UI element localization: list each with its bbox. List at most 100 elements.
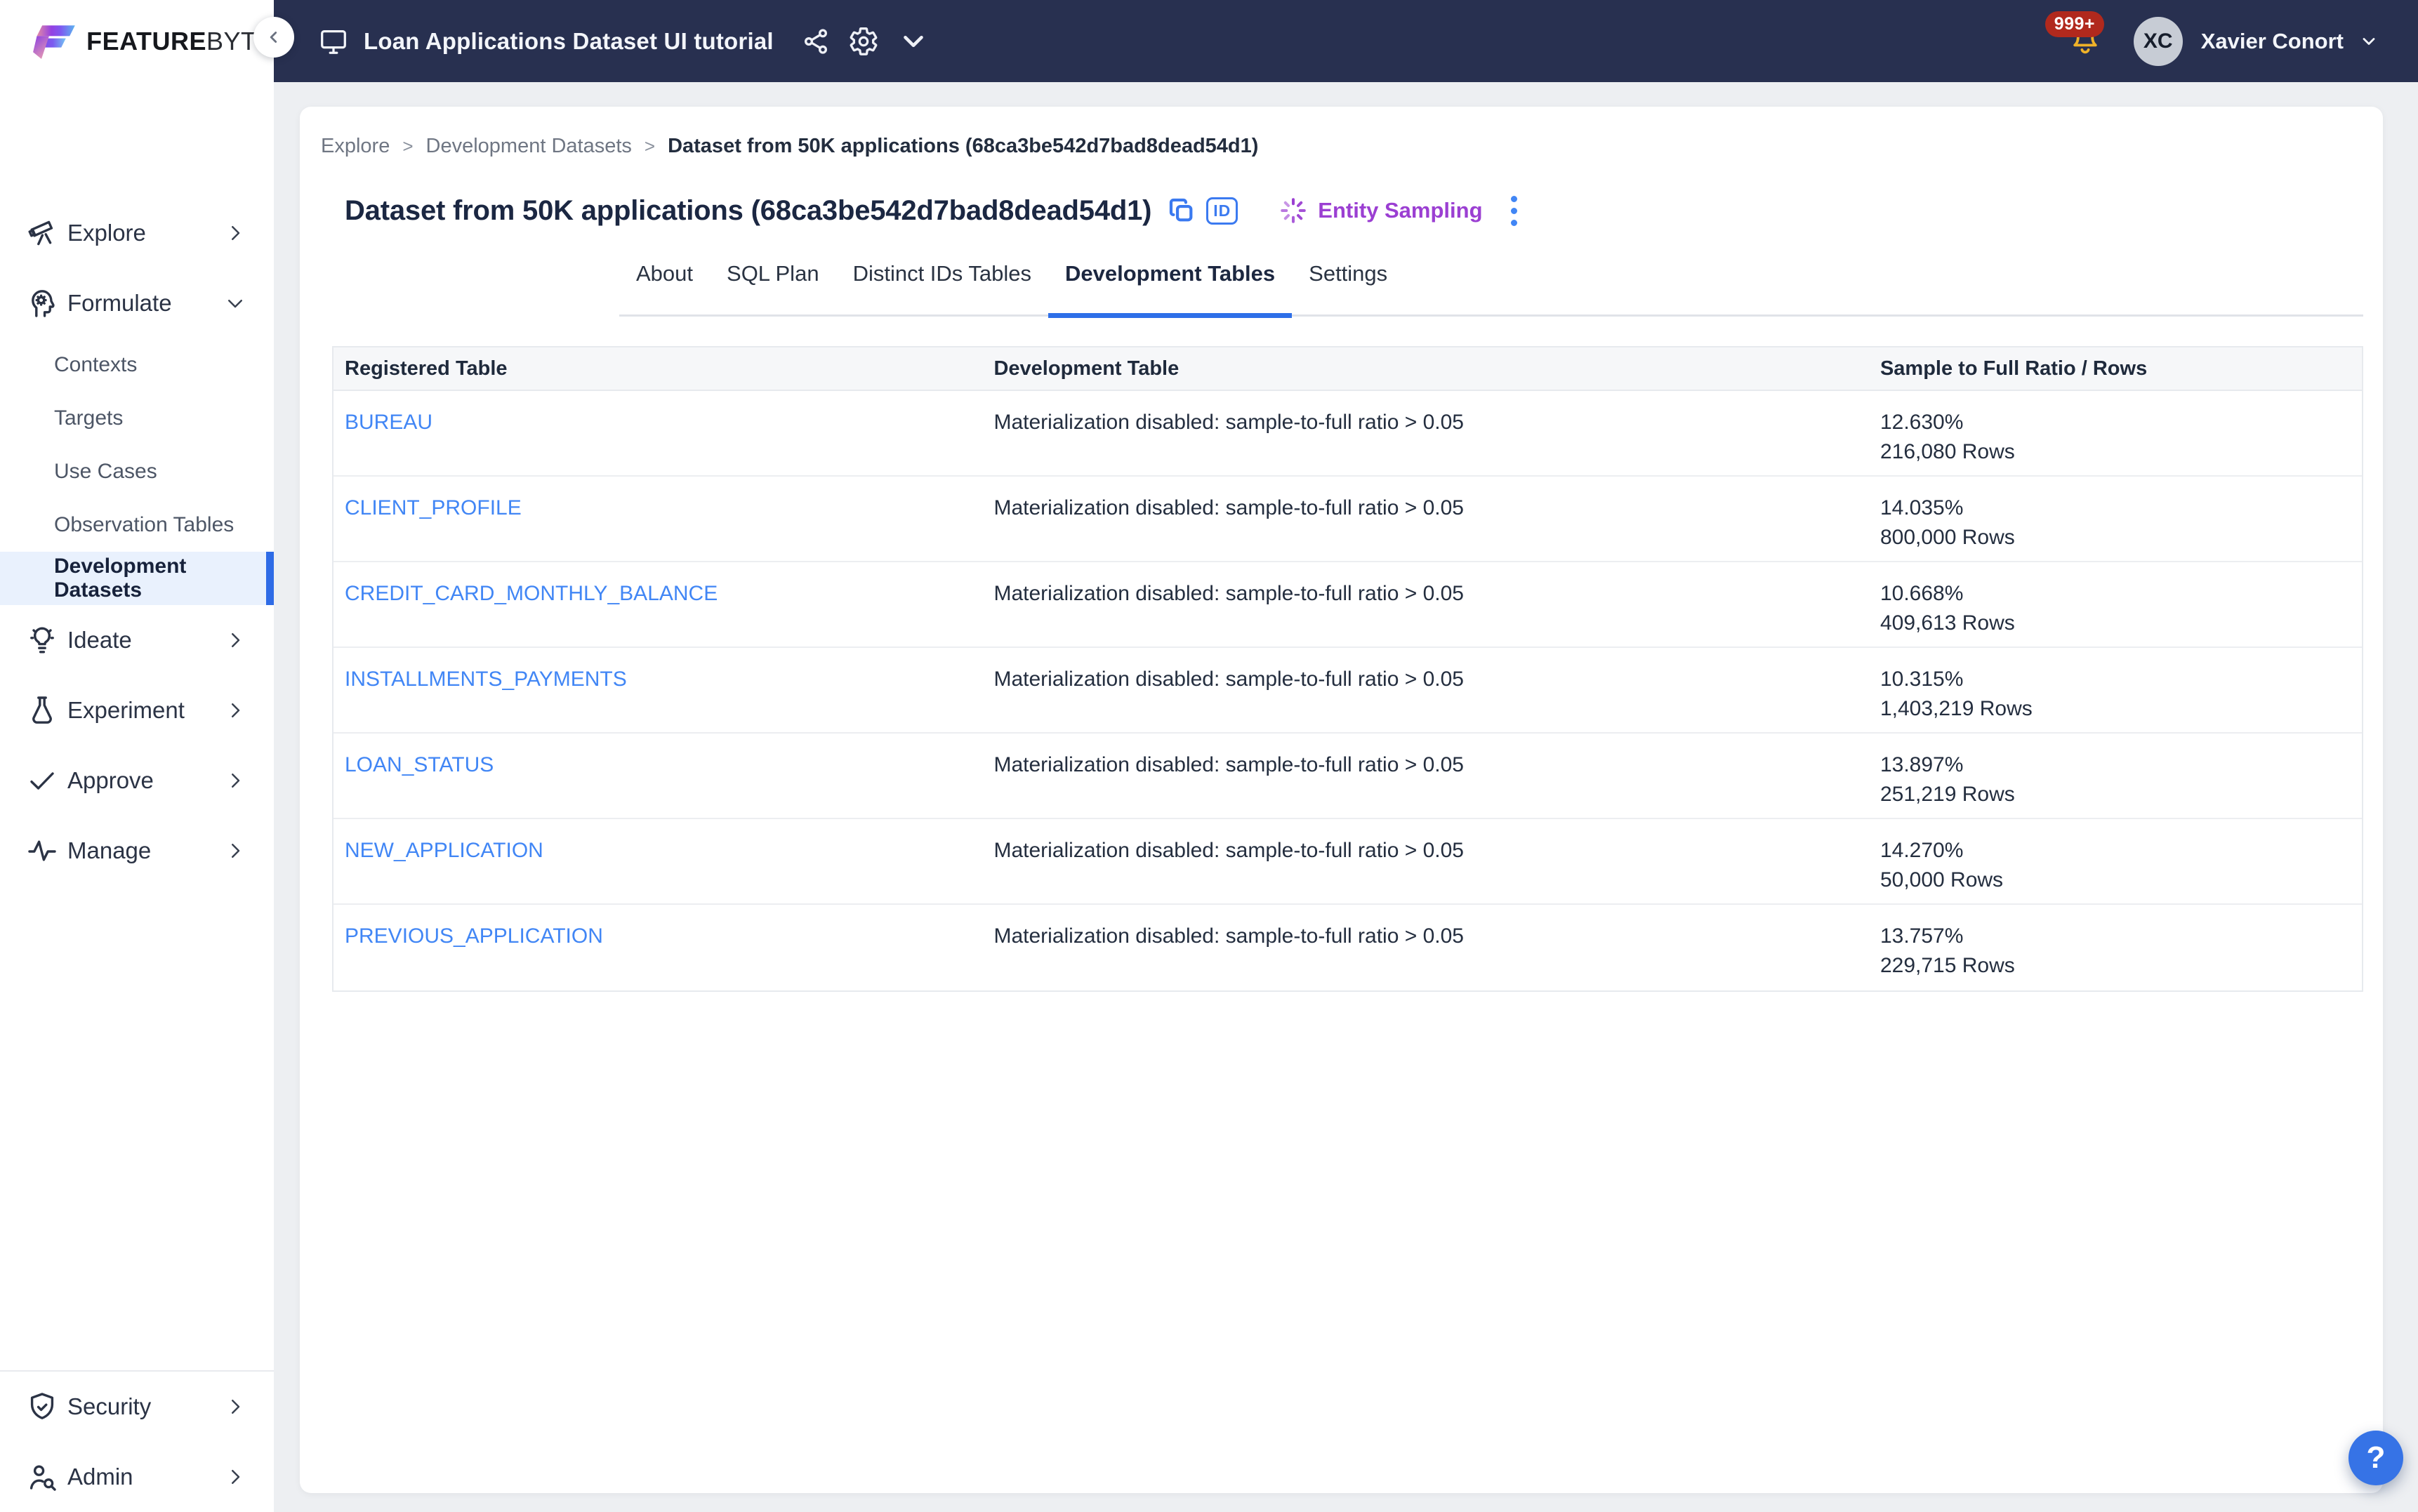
chevron-right-icon [225,630,246,651]
sidebar-item-experiment[interactable]: Experiment [0,675,274,745]
telescope-icon [25,216,59,250]
registered-table-link[interactable]: BUREAU [345,411,432,434]
sidebar-item-admin[interactable]: Admin [0,1442,274,1512]
sidebar-item-development-datasets[interactable]: Development Datasets [0,552,274,605]
breadcrumb-separator: > [402,135,413,157]
development-table-status: Materialization disabled: sample-to-full… [993,582,1464,605]
sample-ratio-value: 14.270% [1880,836,2362,866]
tab-development-tables[interactable]: Development Tables [1048,251,1292,314]
row-count-value: 251,219 Rows [1880,780,2362,809]
chevron-right-icon [225,223,246,244]
sidebar-item-targets[interactable]: Targets [0,392,274,445]
tab-distinct-ids-tables[interactable]: Distinct IDs Tables [836,251,1048,314]
sidebar-item-formulate[interactable]: Formulate [0,268,274,338]
registered-table-link[interactable]: INSTALLMENTS_PAYMENTS [345,668,627,691]
flask-icon [25,694,59,727]
breadcrumb-item-development-datasets[interactable]: Development Datasets [426,135,632,158]
user-menu-chevron-icon[interactable] [2359,32,2379,51]
sample-ratio-value: 10.315% [1880,665,2362,694]
tab-about[interactable]: About [619,251,710,314]
head-gear-icon [25,286,59,320]
monitor-icon [317,25,350,58]
chevron-left-icon [265,28,283,46]
sidebar-item-explore[interactable]: Explore [0,198,274,268]
column-header-registered-table: Registered Table [333,357,982,380]
notifications-button[interactable]: 999+ [2069,25,2101,58]
sidebar-collapse-button[interactable] [253,17,294,58]
active-indicator-bar [266,552,274,605]
development-tables-table: Registered Table Development Table Sampl… [332,346,2363,992]
table-header-row: Registered Table Development Table Sampl… [333,347,2362,391]
page-title-row: Dataset from 50K applications (68ca3be54… [345,191,2383,230]
sample-ratio-value: 14.035% [1880,493,2362,523]
gear-icon[interactable] [848,26,879,57]
table-row: CREDIT_CARD_MONTHLY_BALANCE Materializat… [333,562,2362,648]
table-row: INSTALLMENTS_PAYMENTS Materialization di… [333,648,2362,734]
kebab-menu-icon[interactable] [1511,196,1517,226]
sidebar-item-manage[interactable]: Manage [0,816,274,886]
spinner-icon [1279,196,1308,225]
tab-sql-plan[interactable]: SQL Plan [710,251,836,314]
sidebar-item-approve[interactable]: Approve [0,745,274,816]
row-count-value: 216,080 Rows [1880,437,2362,467]
table-row: PREVIOUS_APPLICATION Materialization dis… [333,905,2362,990]
copy-icon[interactable] [1167,196,1196,225]
sample-ratio-value: 10.668% [1880,579,2362,609]
chevron-right-icon [225,770,246,791]
pulse-icon [25,834,59,868]
sidebar: FEATUREBYTE Explore Formulate Contexts T… [0,0,274,1512]
development-table-status: Materialization disabled: sample-to-full… [993,753,1464,776]
registered-table-link[interactable]: CREDIT_CARD_MONTHLY_BALANCE [345,582,718,605]
topbar-user-area: 999+ XC Xavier Conort [2069,17,2379,66]
id-badge-icon[interactable]: ID [1206,197,1238,225]
table-row: CLIENT_PROFILE Materialization disabled:… [333,477,2362,562]
user-search-icon [25,1460,59,1494]
logo[interactable]: FEATUREBYTE [0,0,274,82]
registered-table-link[interactable]: LOAN_STATUS [345,753,494,776]
chevron-right-icon [225,1396,246,1417]
share-icon[interactable] [802,27,830,55]
registered-table-link[interactable]: CLIENT_PROFILE [345,496,522,519]
sidebar-item-use-cases[interactable]: Use Cases [0,445,274,498]
featurebyte-logo-mark [32,14,78,69]
development-table-status: Materialization disabled: sample-to-full… [993,411,1464,434]
avatar[interactable]: XC [2134,17,2183,66]
sample-ratio-value: 13.757% [1880,922,2362,951]
table-row: LOAN_STATUS Materialization disabled: sa… [333,734,2362,819]
column-header-sample-ratio: Sample to Full Ratio / Rows [1869,357,2362,380]
entity-sampling[interactable]: Entity Sampling [1279,196,1482,225]
development-table-status: Materialization disabled: sample-to-full… [993,924,1464,948]
main-content-card: Explore > Development Datasets > Dataset… [300,107,2383,1493]
help-button[interactable]: ? [2348,1431,2403,1485]
user-name: Xavier Conort [2201,29,2344,54]
sidebar-item-contexts[interactable]: Contexts [0,338,274,392]
check-icon [25,764,59,797]
sidebar-item-ideate[interactable]: Ideate [0,605,274,675]
sample-ratio-value: 13.897% [1880,750,2362,780]
development-table-status: Materialization disabled: sample-to-full… [993,496,1464,519]
sidebar-bottom: Security Admin [0,1370,274,1512]
row-count-value: 409,613 Rows [1880,609,2362,638]
sidebar-nav: Explore Formulate Contexts Targets Use C… [0,198,274,886]
shield-check-icon [25,1390,59,1424]
lightbulb-icon [25,623,59,657]
workspace-title: Loan Applications Dataset UI tutorial [364,28,774,55]
breadcrumb: Explore > Development Datasets > Dataset… [300,107,2383,161]
row-count-value: 229,715 Rows [1880,951,2362,981]
sidebar-item-observation-tables[interactable]: Observation Tables [0,498,274,552]
sidebar-item-security[interactable]: Security [0,1372,274,1442]
table-row: NEW_APPLICATION Materialization disabled… [333,819,2362,905]
chevron-down-icon [225,293,246,314]
breadcrumb-item-explore[interactable]: Explore [321,135,390,158]
registered-table-link[interactable]: PREVIOUS_APPLICATION [345,924,603,948]
chevron-right-icon [225,1466,246,1487]
row-count-value: 800,000 Rows [1880,523,2362,552]
table-row: BUREAU Materialization disabled: sample-… [333,391,2362,477]
formulate-submenu: Contexts Targets Use Cases Observation T… [0,338,274,605]
development-table-status: Materialization disabled: sample-to-full… [993,668,1464,691]
breadcrumb-item-current: Dataset from 50K applications (68ca3be54… [668,135,1258,158]
chevron-down-icon[interactable] [897,25,930,58]
registered-table-link[interactable]: NEW_APPLICATION [345,839,543,862]
tab-settings[interactable]: Settings [1292,251,1404,314]
featurebyte-wordmark: FEATUREBYTE [86,27,274,56]
